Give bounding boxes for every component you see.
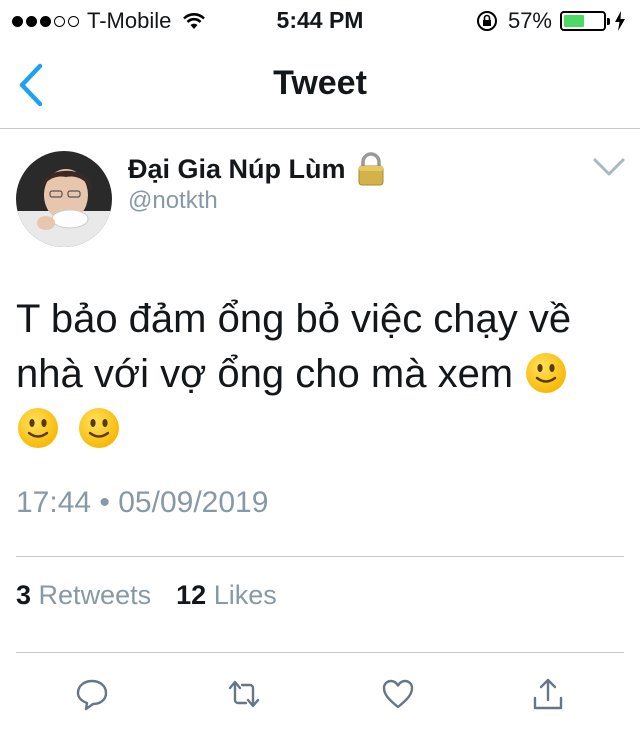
chevron-down-icon[interactable] bbox=[592, 156, 626, 178]
like-heart-icon[interactable] bbox=[380, 676, 416, 712]
divider bbox=[16, 556, 624, 557]
retweets-label: Retweets bbox=[38, 580, 152, 610]
tweet-stats: 3 Retweets 12 Likes bbox=[16, 580, 277, 611]
tweet-text-content: T bảo đảm ổng bỏ việc chạy về nhà với vợ… bbox=[16, 297, 572, 396]
tweet-text: T bảo đảm ổng bỏ việc chạy về nhà với vợ… bbox=[16, 292, 626, 457]
retweets-count: 3 bbox=[16, 580, 32, 610]
likes-label: Likes bbox=[213, 580, 277, 610]
avatar[interactable] bbox=[16, 151, 112, 247]
share-icon[interactable] bbox=[530, 676, 566, 712]
author-name: Đại Gia Núp Lùm bbox=[128, 153, 346, 184]
status-right: 57% bbox=[476, 8, 626, 34]
author-handle[interactable]: @notkth bbox=[128, 187, 218, 215]
lock-icon bbox=[358, 152, 384, 186]
avatar-image bbox=[16, 151, 112, 247]
likes-count: 12 bbox=[176, 580, 207, 610]
smiley-emoji-icon bbox=[79, 408, 120, 448]
smiley-emoji-icon bbox=[18, 408, 58, 448]
retweet-icon[interactable] bbox=[226, 676, 262, 712]
smiley-emoji-icon bbox=[526, 353, 567, 393]
tweet-action-bar bbox=[0, 676, 640, 716]
navigation-bar: Tweet bbox=[0, 40, 640, 129]
rotation-lock-icon bbox=[476, 11, 497, 31]
reply-icon[interactable] bbox=[74, 676, 110, 712]
page-title: Tweet bbox=[273, 64, 367, 102]
battery-percent: 57% bbox=[507, 8, 552, 33]
author-name-row[interactable]: Đại Gia Núp Lùm bbox=[128, 152, 386, 186]
divider bbox=[16, 652, 624, 653]
likes-stat[interactable]: 12 Likes bbox=[176, 580, 277, 610]
retweets-stat[interactable]: 3 Retweets bbox=[16, 580, 151, 610]
status-bar: T-Mobile 5:44 PM 57% bbox=[0, 0, 640, 40]
tweet-timestamp: 17:44 • 05/09/2019 bbox=[16, 486, 269, 519]
battery-icon bbox=[560, 11, 610, 31]
charging-bolt-icon bbox=[615, 11, 625, 31]
